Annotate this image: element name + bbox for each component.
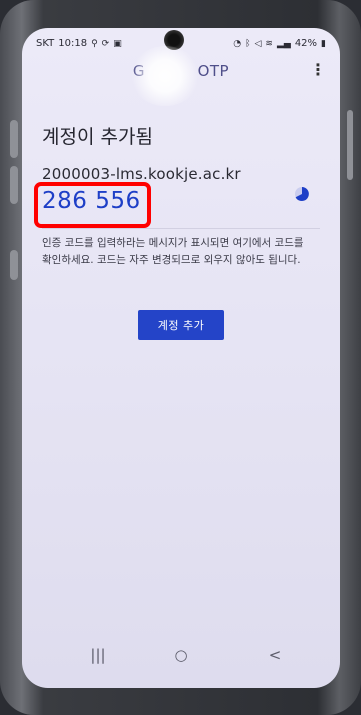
page-title: 계정이 추가됨 xyxy=(42,126,153,148)
alarm-icon: ◔ xyxy=(233,38,242,49)
countdown-icon xyxy=(295,187,309,201)
power-button xyxy=(347,110,353,180)
volume-up-button xyxy=(10,120,18,158)
home-icon[interactable]: ○ xyxy=(161,646,201,664)
battery-percent: 42% xyxy=(294,38,318,49)
mute-icon: ◁ xyxy=(254,38,262,49)
app-title-end: OTP xyxy=(197,62,230,80)
more-vert-icon[interactable]: ⋮ xyxy=(310,62,326,78)
light-glare xyxy=(130,46,200,106)
carrier-label: SKT xyxy=(36,38,55,49)
status-right: ◔ ᛒ ◁ ≋ ▂▄ 42% ▮ xyxy=(233,38,326,49)
bluetooth-icon: ᛒ xyxy=(245,38,251,49)
battery-icon: ▮ xyxy=(321,38,326,49)
recent-apps-icon[interactable]: ||| xyxy=(78,646,118,664)
divider xyxy=(42,228,320,229)
sync-icon: ⟳ xyxy=(101,38,110,49)
description-text: 인증 코드를 입력하라는 메시지가 표시되면 여기에서 코드를 확인하세요. 코… xyxy=(42,237,304,266)
bixby-button xyxy=(10,250,18,280)
wifi-icon: ≋ xyxy=(265,38,273,49)
volume-down-button xyxy=(10,166,18,204)
location-icon: ⚲ xyxy=(91,38,98,49)
account-name: 2000003-lms.kookje.ac.kr xyxy=(42,165,241,183)
status-left: SKT 10:18 ⚲ ⟳ ▣ xyxy=(36,38,122,49)
navigation-bar: ||| ○ < xyxy=(22,646,340,676)
clock: 10:18 xyxy=(58,38,88,49)
back-icon[interactable]: < xyxy=(255,646,295,664)
code-highlight-box xyxy=(34,182,151,228)
phone-case: SKT 10:18 ⚲ ⟳ ▣ ◔ ᛒ ◁ ≋ ▂▄ 42% ▮ G OTP xyxy=(0,0,361,715)
add-account-button[interactable]: 계정 추가 xyxy=(138,310,224,340)
gallery-icon: ▣ xyxy=(113,38,122,49)
phone-screen: SKT 10:18 ⚲ ⟳ ▣ ◔ ᛒ ◁ ≋ ▂▄ 42% ▮ G OTP xyxy=(22,28,340,688)
signal-icon: ▂▄ xyxy=(276,38,291,49)
